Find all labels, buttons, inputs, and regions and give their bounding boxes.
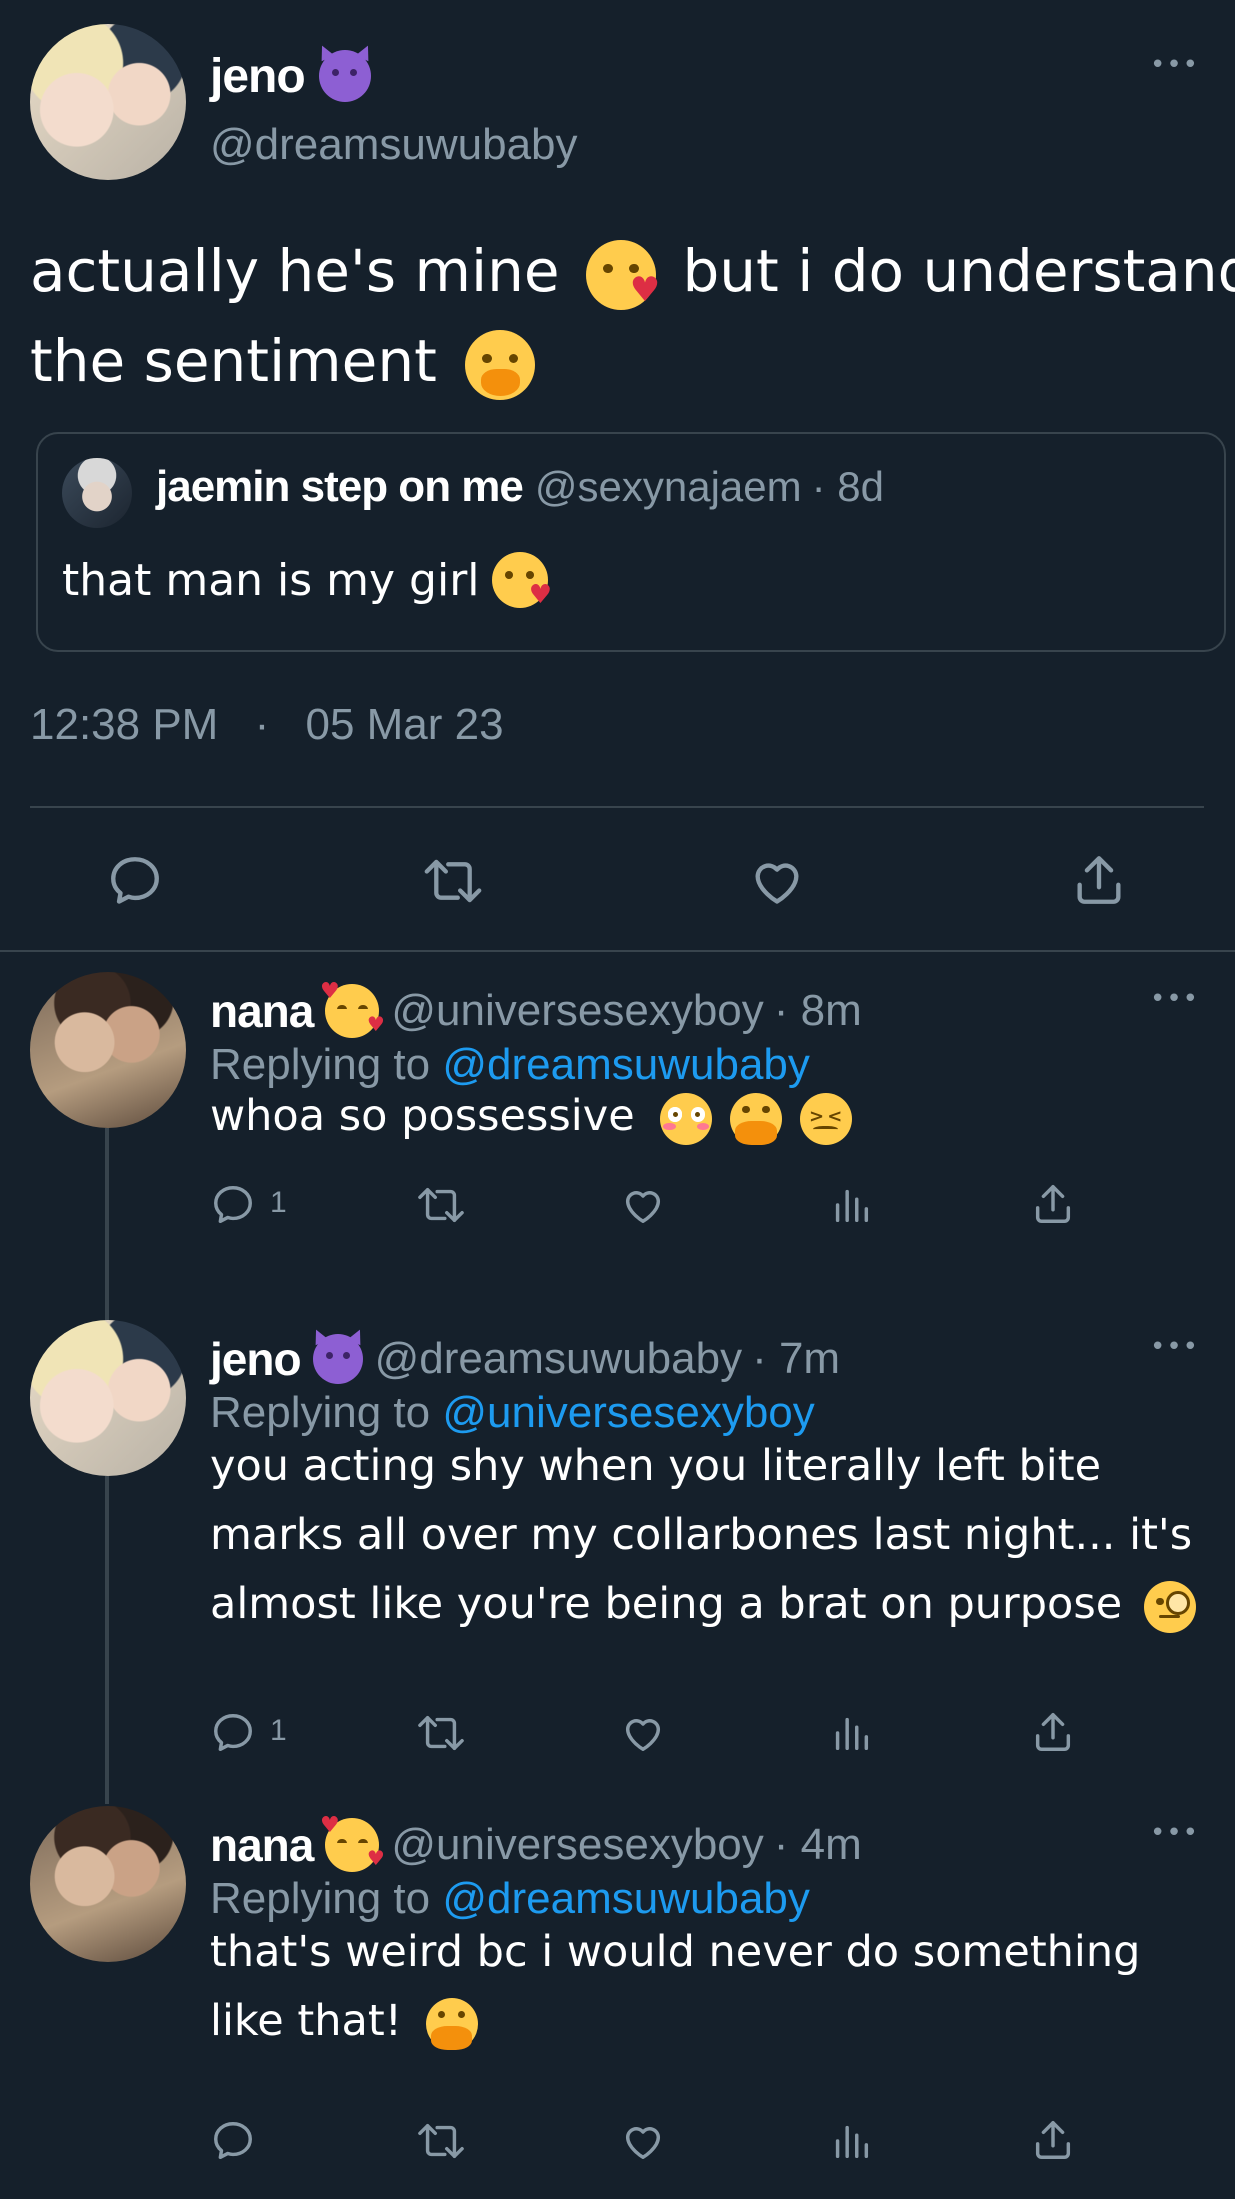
avatar[interactable] <box>30 24 186 180</box>
quoted-time: · 8d <box>811 463 885 510</box>
share-icon[interactable] <box>1030 1180 1076 1228</box>
reply-tweet: nana ♥ ♥ @universesexyboy · 8m ••• Reply… <box>0 960 1235 1290</box>
smiling-face-with-hearts-icon: ♥ ♥ <box>320 1814 385 1872</box>
avatar[interactable] <box>30 1806 186 1962</box>
handle[interactable]: @universesexyboy <box>391 986 763 1036</box>
reply-text-line: that's weird bc i would never do somethi… <box>210 1927 1141 1977</box>
more-options-icon[interactable]: ••• <box>1150 984 1199 1014</box>
author-row: jeno @dreamsuwubaby · 7m <box>210 1328 840 1390</box>
like-icon[interactable] <box>748 852 806 910</box>
reply-text: whoa so possessive > < <box>210 1082 852 1151</box>
reply-text-line-wrap: like that! <box>210 1987 1140 2056</box>
like-icon[interactable] <box>620 2118 666 2164</box>
author-row: jeno <box>210 40 371 112</box>
reply-icon[interactable] <box>106 852 164 910</box>
quoted-text: that man is my girl <box>62 554 480 606</box>
tweet-text: actually he's mine <box>30 237 560 305</box>
display-name[interactable]: jeno <box>210 1332 302 1386</box>
timestamp-time: 12:38 PM <box>30 700 219 749</box>
timestamp-date: 05 Mar 23 <box>305 700 504 749</box>
reply-text-line: marks all over my collarbones last night… <box>210 1510 1193 1560</box>
quoted-handle: @sexynajaem <box>534 463 802 510</box>
share-icon[interactable] <box>1030 2116 1076 2164</box>
author-row: nana ♥ ♥ @universesexyboy · 8m <box>210 980 862 1042</box>
confounded-face-icon: > < <box>799 1092 852 1145</box>
timestamp: 12:38 PM · 05 Mar 23 <box>30 700 504 750</box>
face-with-open-eyes-and-hand-over-mouth-icon <box>425 1997 478 2050</box>
more-options-icon[interactable]: ••• <box>1150 1818 1199 1848</box>
display-name[interactable]: nana <box>210 984 314 1038</box>
tweet-line-2: the sentiment <box>30 316 1235 406</box>
smiling-imp-icon <box>318 50 371 102</box>
main-tweet: jeno @dreamsuwubaby ••• actually he's mi… <box>0 0 1235 952</box>
reply-count: 1 <box>270 1186 287 1219</box>
divider <box>0 950 1235 952</box>
reply-text-line: like that! <box>210 1996 402 2046</box>
reply-tweet: nana ♥ ♥ @universesexyboy · 4m ••• Reply… <box>0 1794 1235 2194</box>
quoted-tweet[interactable]: jaemin step on me @sexynajaem · 8d that … <box>36 432 1226 652</box>
reply-icon[interactable] <box>210 1710 256 1756</box>
quoted-display-name: jaemin step on me <box>156 462 524 511</box>
reply-text-line: you acting shy when you literally left b… <box>210 1441 1102 1491</box>
avatar[interactable] <box>30 972 186 1128</box>
display-name[interactable]: jeno <box>210 49 306 104</box>
display-name[interactable]: nana <box>210 1818 314 1872</box>
replying-prefix: Replying to <box>210 1388 431 1437</box>
divider <box>30 806 1204 808</box>
more-options-icon[interactable]: ••• <box>1150 50 1199 80</box>
smiling-imp-icon <box>312 1334 363 1384</box>
reply-icon[interactable] <box>210 1182 256 1228</box>
retweet-icon[interactable] <box>416 1182 466 1228</box>
reply-time: · 8m <box>773 986 862 1035</box>
reply-text-line: whoa so possessive <box>210 1091 635 1141</box>
tweet-text: the sentiment <box>30 327 437 395</box>
handle[interactable]: @universesexyboy <box>391 1820 763 1870</box>
views-icon[interactable] <box>828 1710 874 1756</box>
avatar[interactable] <box>30 1320 186 1476</box>
replying-to: Replying to @universesexyboy <box>210 1388 815 1438</box>
more-options-icon[interactable]: ••• <box>1150 1332 1199 1362</box>
replying-to-link[interactable]: @universesexyboy <box>442 1388 814 1437</box>
reply-text-line: almost like you're being a brat on purpo… <box>210 1579 1123 1629</box>
quoted-avatar <box>62 458 132 528</box>
face-blowing-kiss-icon: ♥ <box>586 239 660 310</box>
retweet-icon[interactable] <box>416 2118 466 2164</box>
face-with-open-eyes-and-hand-over-mouth-icon <box>730 1092 782 1145</box>
reply-icon[interactable] <box>210 2118 256 2164</box>
share-icon[interactable] <box>1070 850 1128 910</box>
retweet-icon[interactable] <box>422 852 484 910</box>
like-icon[interactable] <box>620 1710 666 1756</box>
tweet-body: actually he's mine ♥ but i do understand… <box>30 226 1235 406</box>
share-icon[interactable] <box>1030 1708 1076 1756</box>
reply-text: that's weird bc i would never do somethi… <box>210 1918 1140 2056</box>
like-icon[interactable] <box>620 1182 666 1228</box>
quoted-text-row: that man is my girl ♥ <box>62 552 552 608</box>
tweet-text: but i do understand <box>682 237 1235 305</box>
replying-to-link[interactable]: @dreamsuwubaby <box>442 1874 810 1923</box>
replying-prefix: Replying to <box>210 1874 431 1923</box>
retweet-icon[interactable] <box>416 1710 466 1756</box>
views-icon[interactable] <box>828 1182 874 1228</box>
reply-time: · 4m <box>773 1820 862 1869</box>
views-icon[interactable] <box>828 2118 874 2164</box>
flushed-face-icon <box>660 1092 713 1145</box>
smiling-face-with-hearts-icon: ♥ ♥ <box>320 980 385 1038</box>
handle[interactable]: @dreamsuwubaby <box>210 120 578 170</box>
reply-text-line-wrap: almost like you're being a brat on purpo… <box>210 1570 1196 1639</box>
face-with-monocle-icon <box>1143 1580 1196 1633</box>
replying-to: Replying to @dreamsuwubaby <box>210 1874 810 1924</box>
author-row: nana ♥ ♥ @universesexyboy · 4m <box>210 1814 862 1876</box>
reply-count: 1 <box>270 1714 287 1747</box>
reply-text: you acting shy when you literally left b… <box>210 1432 1196 1639</box>
tweet-line-1: actually he's mine ♥ but i do understand <box>30 226 1235 316</box>
face-with-hand-over-mouth-icon <box>465 329 536 400</box>
reply-time: · 7m <box>752 1334 841 1383</box>
face-blowing-kiss-icon: ♥ <box>491 552 552 608</box>
timestamp-separator: · <box>254 700 270 749</box>
reply-tweet: jeno @dreamsuwubaby · 7m ••• Replying to… <box>0 1308 1235 1788</box>
handle[interactable]: @dreamsuwubaby <box>375 1334 743 1384</box>
quoted-author-row: jaemin step on me @sexynajaem · 8d <box>156 462 884 512</box>
